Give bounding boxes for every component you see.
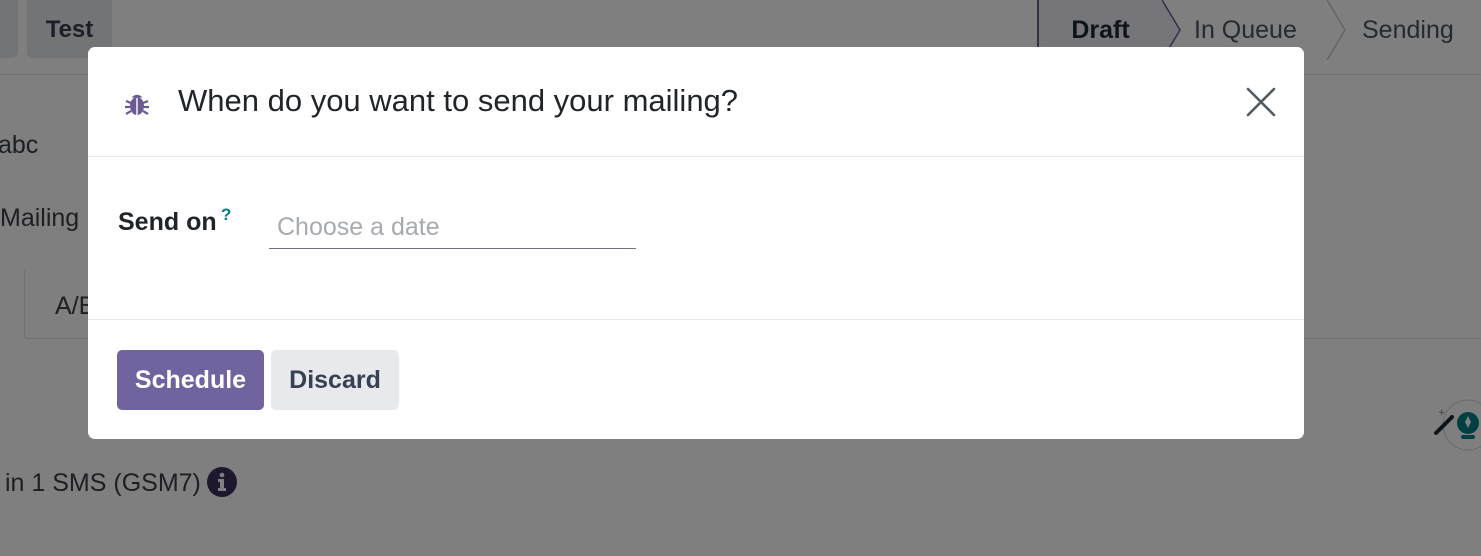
dialog-header: When do you want to send your mailing?	[88, 47, 1304, 157]
send-on-date-input[interactable]	[269, 207, 636, 249]
schedule-dialog: When do you want to send your mailing? S…	[88, 47, 1304, 439]
dialog-footer: Schedule Discard	[88, 319, 1304, 439]
discard-button[interactable]: Discard	[271, 350, 399, 410]
dialog-body: Send on ?	[88, 157, 1304, 320]
close-icon[interactable]	[1244, 85, 1278, 119]
schedule-button[interactable]: Schedule	[117, 350, 264, 410]
send-on-label: Send on	[118, 208, 217, 236]
help-tooltip-icon[interactable]: ?	[221, 205, 231, 225]
dialog-title: When do you want to send your mailing?	[178, 83, 739, 118]
bug-icon[interactable]	[122, 89, 152, 119]
